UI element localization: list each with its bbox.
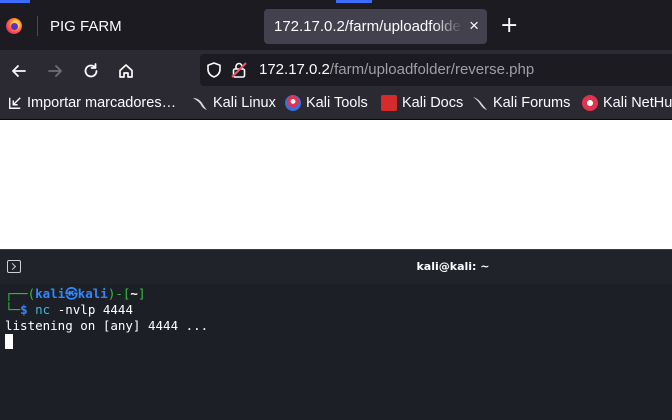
reload-button[interactable] (78, 58, 104, 84)
tab-pig-farm[interactable]: PIG FARM (38, 9, 260, 44)
terminal-body[interactable]: ┌──(kali㉿kali)-[~] └─$ nc -nvlp 4444 lis… (0, 284, 672, 420)
kali-tools-icon (285, 95, 301, 111)
reload-icon (84, 63, 98, 78)
tab-reverse-php[interactable]: 172.17.0.2/farm/uploadfolder/reverse.php… (264, 9, 487, 44)
close-tab-icon[interactable]: × (469, 16, 479, 36)
activity-indicator (336, 0, 372, 3)
command-args: -nvlp 4444 (57, 302, 133, 317)
home-icon (119, 64, 133, 78)
tab-label: 172.17.0.2/farm/uploadfolder/reverse.php (274, 18, 462, 35)
bookmark-label: Kali Docs (402, 95, 464, 111)
bookmark-kali-tools[interactable]: Kali Tools (285, 95, 368, 111)
prompt-line-1: ┌──(kali㉿kali)-[~] (5, 286, 146, 301)
terminal-titlebar: kali@kali: ~ (0, 249, 672, 284)
kali-dragon-icon (193, 98, 207, 110)
tab-label: PIG FARM (50, 18, 122, 35)
terminal-title: kali@kali: ~ (416, 260, 490, 273)
firefox-icon[interactable] (6, 18, 22, 34)
prompt-line-2: └─$ nc -nvlp 4444 (5, 302, 133, 317)
new-tab-button[interactable]: + (500, 14, 518, 38)
forward-button[interactable] (42, 58, 68, 84)
bookmark-label: Kali Tools (306, 95, 368, 111)
url-text[interactable]: 172.17.0.2/farm/uploadfolder/reverse.php (259, 61, 534, 78)
bookmark-label: Kali NetHunter (603, 95, 672, 111)
bookmark-kali-forums[interactable]: Kali Forums (472, 95, 570, 111)
arrow-left-icon (12, 65, 26, 77)
page-content (0, 120, 672, 249)
kali-docs-icon (381, 95, 397, 111)
bookmark-kali-nethunter[interactable]: Kali NetHunter (582, 95, 672, 111)
bookmark-import[interactable]: Importar marcadores… (8, 95, 176, 111)
arrow-right-icon (48, 65, 62, 77)
kali-nethunter-icon (582, 95, 598, 111)
bookmarks-toolbar: Importar marcadores… Kali Linux Kali Too… (0, 91, 672, 120)
tab-strip: PIG FARM 172.17.0.2/farm/uploadfolder/re… (0, 0, 672, 50)
import-icon (9, 97, 21, 109)
bookmark-label: Importar marcadores… (27, 95, 177, 111)
home-button[interactable] (113, 58, 139, 84)
activity-indicator (0, 0, 30, 3)
prompt-at: ㉿ (65, 286, 78, 301)
terminal-cursor (5, 334, 13, 349)
url-host: 172.17.0.2 (259, 61, 330, 78)
command: nc (35, 302, 51, 317)
shield-icon[interactable] (205, 61, 223, 79)
bookmark-label: Kali Forums (493, 95, 571, 111)
insecure-lock-icon[interactable] (230, 61, 248, 79)
bookmark-label: Kali Linux (213, 95, 276, 111)
prompt-user: kali (35, 286, 66, 301)
prompt-dir: ~ (130, 286, 138, 301)
prompt-host: kali (77, 286, 108, 301)
bookmark-kali-linux[interactable]: Kali Linux (192, 95, 276, 111)
navigation-toolbar: 172.17.0.2/farm/uploadfolder/reverse.php (0, 50, 672, 91)
output-line: listening on [any] 4444 ... (5, 318, 209, 333)
back-button[interactable] (6, 58, 32, 84)
url-path: /farm/uploadfolder/reverse.php (329, 61, 535, 78)
bookmark-kali-docs[interactable]: Kali Docs (381, 95, 463, 111)
kali-forums-icon (473, 97, 487, 110)
url-bar[interactable]: 172.17.0.2/farm/uploadfolder/reverse.php (200, 54, 672, 86)
